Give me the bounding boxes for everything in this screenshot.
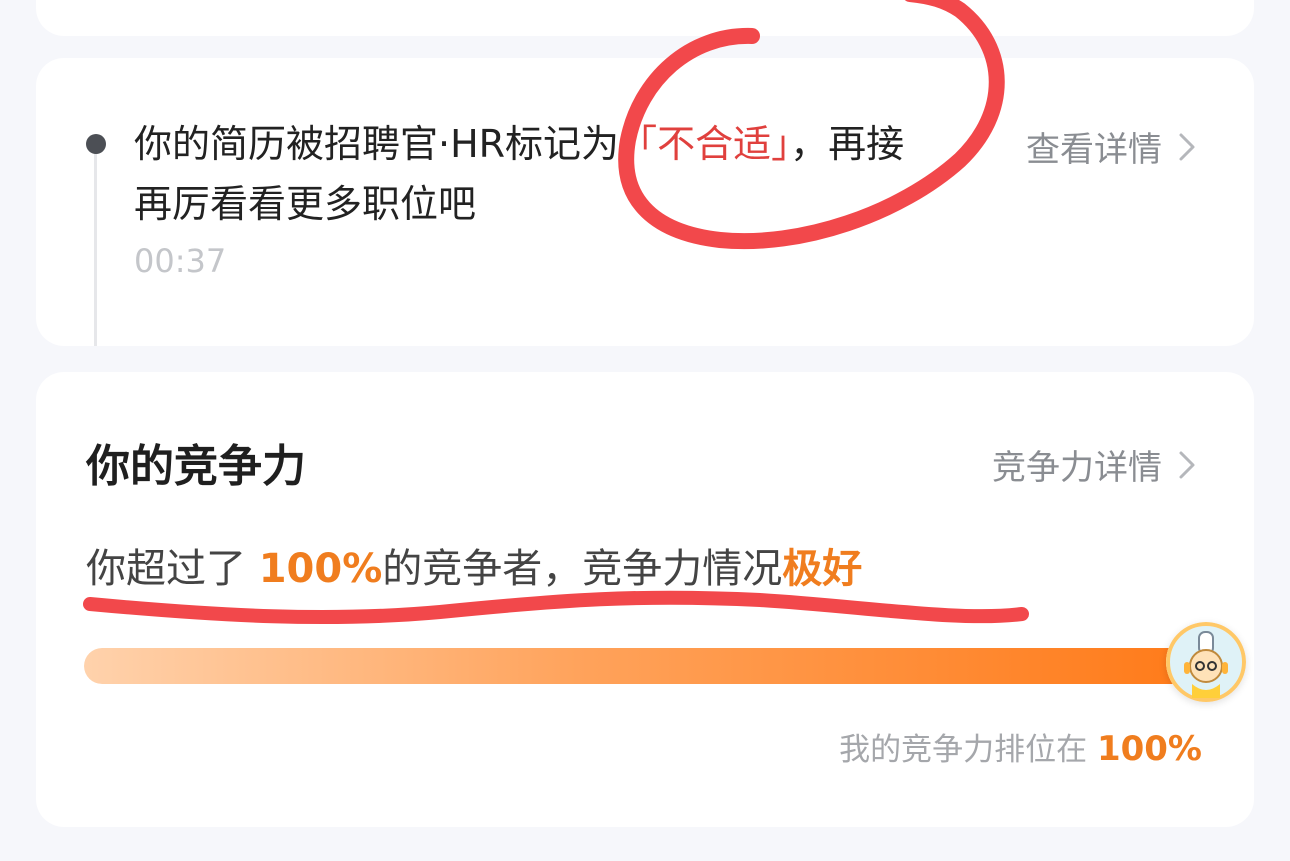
previous-card: [36, 0, 1254, 36]
summary-level: 极好: [782, 546, 863, 592]
competitiveness-progress-bar: [84, 648, 1204, 684]
competitiveness-details-link[interactable]: 竞争力详情: [992, 440, 1202, 489]
notice-message: 你的简历被招聘官·HR标记为「不合适」，再接再厉看看更多职位吧: [134, 114, 934, 234]
summary-percent: 100%: [258, 546, 383, 592]
timeline-line: [94, 154, 97, 346]
rank-statement: 我的竞争力排位在 100%: [839, 724, 1202, 769]
competitiveness-card: 你的竞争力 竞争力详情 你超过了 100%的竞争者，竞争力情况极好 我的竞争力排…: [36, 372, 1254, 827]
chevron-right-icon: [1179, 451, 1195, 478]
summary-prefix: 你超过了: [86, 546, 246, 592]
rank-percent: 100%: [1096, 729, 1202, 769]
summary-middle: 的竞争者，竞争力情况: [382, 546, 783, 592]
competitiveness-summary: 你超过了 100%的竞争者，竞争力情况极好: [86, 536, 862, 594]
view-details-link[interactable]: 查看详情: [1026, 122, 1202, 171]
rank-prefix: 我的竞争力排位在: [839, 732, 1088, 768]
view-details-label: 查看详情: [1026, 130, 1162, 170]
competitiveness-title: 你的竞争力: [86, 441, 306, 492]
progress-fill: [84, 648, 1204, 684]
notice-status-highlight: 「不合适」: [619, 122, 791, 166]
mascot-avatar-icon: [1166, 622, 1246, 702]
timeline-dot: [86, 134, 106, 154]
chevron-right-icon: [1179, 133, 1195, 160]
competitiveness-details-label: 竞争力详情: [992, 448, 1162, 488]
notice-timestamp: 00:37: [134, 242, 227, 280]
rejection-notice-card[interactable]: 你的简历被招聘官·HR标记为「不合适」，再接再厉看看更多职位吧 00:37 查看…: [36, 58, 1254, 346]
notice-text-before: 你的简历被招聘官·HR标记为: [134, 122, 620, 166]
